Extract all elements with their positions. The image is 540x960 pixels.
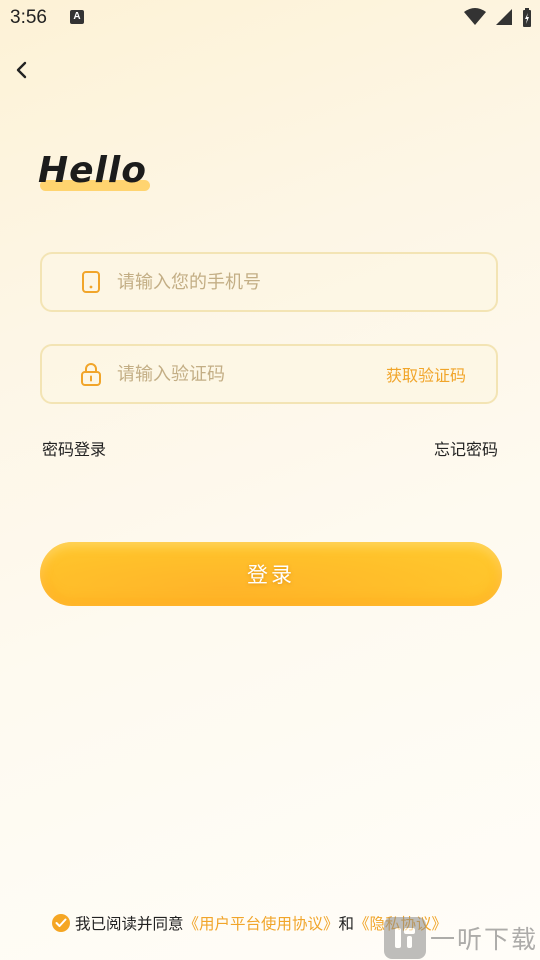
code-field[interactable]: 获取验证码 <box>40 344 498 404</box>
agreement-checkbox[interactable] <box>52 914 70 932</box>
user-agreement-link[interactable]: 《用户平台使用协议》 <box>184 912 339 934</box>
phone-icon <box>79 270 103 294</box>
verification-code-input[interactable] <box>117 363 386 385</box>
wifi-icon <box>463 8 486 25</box>
watermark: 一听下载 <box>383 917 538 959</box>
greeting: Hello <box>38 150 150 200</box>
battery-charging-icon <box>523 8 531 27</box>
watermark-text: 一听下载 <box>429 925 538 954</box>
back-button[interactable] <box>6 54 38 86</box>
password-login-link[interactable]: 密码登录 <box>42 436 106 460</box>
status-time: 3:56 <box>10 7 47 28</box>
status-bar: 3:56 A <box>0 0 540 36</box>
get-code-button[interactable]: 获取验证码 <box>386 362 466 386</box>
cellular-signal-icon <box>495 9 512 25</box>
login-button-label: 登录 <box>247 563 295 587</box>
lock-icon <box>79 362 103 386</box>
login-button[interactable]: 登录 <box>40 542 502 606</box>
watermark-logo-icon <box>383 917 426 959</box>
chevron-left-icon <box>16 61 27 79</box>
phone-field[interactable] <box>40 252 498 312</box>
agreement-conjunction: 和 <box>338 915 355 933</box>
notification-icon: A <box>70 10 84 24</box>
forgot-password-link[interactable]: 忘记密码 <box>434 436 498 460</box>
check-icon <box>55 918 67 927</box>
phone-input[interactable] <box>117 271 496 293</box>
greeting-text: Hello <box>38 150 147 191</box>
agreement-prefix: 我已阅读并同意 <box>75 915 184 933</box>
status-icons <box>460 8 532 28</box>
